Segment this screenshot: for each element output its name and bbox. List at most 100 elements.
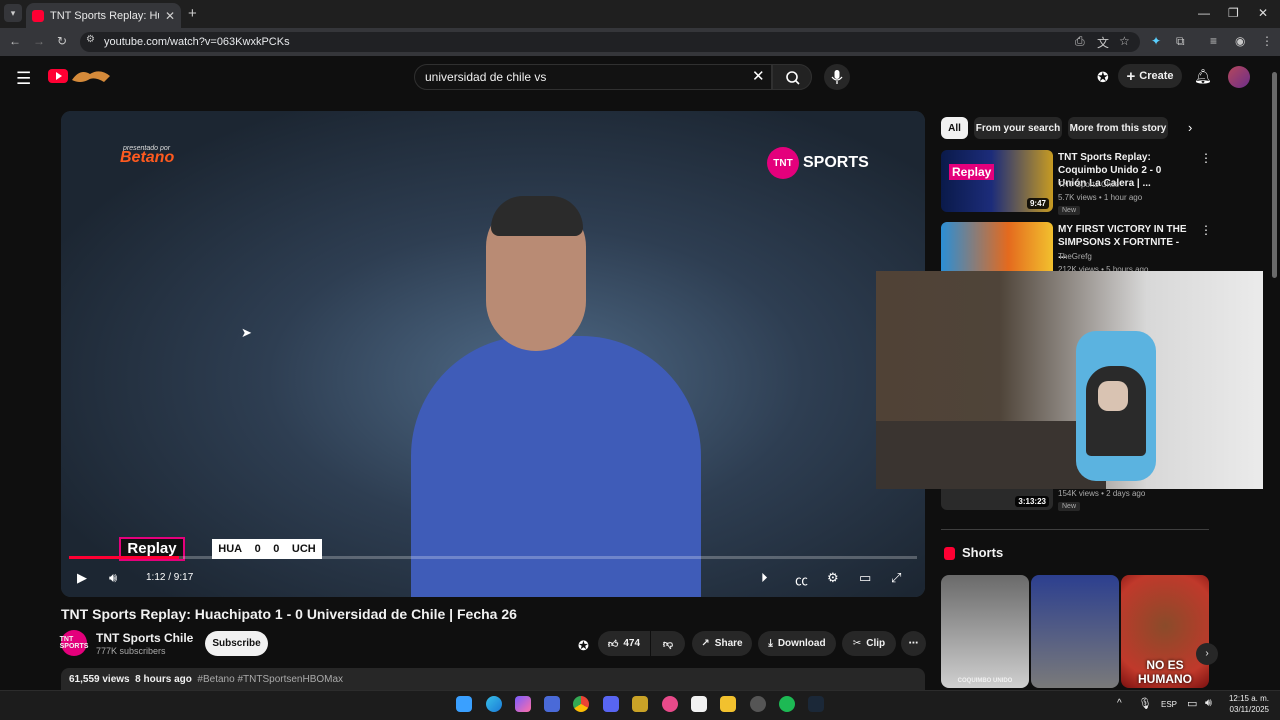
plus-icon: + [1126,67,1136,85]
language-indicator[interactable]: ESP [1161,700,1177,709]
chip-from-your-search[interactable]: From your search [974,117,1062,139]
clip-button[interactable]: ✂ Clip [842,631,896,656]
tab-title: TNT Sports Replay: Huachipato [50,9,159,22]
network-icon[interactable]: ▭ [1187,697,1197,710]
shorts-next-button[interactable]: › [1196,643,1218,665]
subscribe-button[interactable]: Subscribe [205,631,268,656]
hamburger-icon[interactable]: ☰ [16,69,31,89]
edge-icon[interactable] [486,696,502,712]
file-explorer-icon[interactable] [720,696,736,712]
captions-icon[interactable]: ㏄ [795,570,808,589]
rec-thumb-text: Replay [949,164,995,180]
more-actions-button[interactable]: ⋯ [901,631,926,656]
minimize-icon[interactable]: — [1198,6,1210,20]
dislike-button[interactable]: 👎︎ [651,631,685,656]
forward-icon[interactable]: → [33,34,45,48]
time-display: 1:12 / 9:17 [146,572,194,583]
video-frame-figure-hair [491,196,583,236]
short-card[interactable]: NO ES HUMANO [1121,575,1209,688]
install-icon[interactable]: ⎙ [1075,34,1085,49]
play-icon[interactable]: ▶ [77,570,87,586]
miniplayer-icon[interactable]: ▭ [859,570,871,586]
chrome-icon[interactable] [573,696,589,712]
shorts-icon [944,547,955,560]
premium-icon[interactable]: ✪ [578,638,589,654]
app-icon[interactable] [632,696,648,712]
search-button[interactable] [772,64,812,90]
hashtags[interactable]: #Betano #TNTSportsenHBOMax [197,674,343,685]
reload-icon[interactable]: ↻ [57,34,67,48]
chip-more-from-this-story[interactable]: More from this story [1068,117,1168,139]
bell-icon[interactable]: 🔔︎ [1194,68,1212,85]
tab-close-icon[interactable]: ✕ [165,9,175,23]
short-caption: COQUIMBO UNIDO [957,678,1013,684]
home-team: HUA [218,543,243,555]
short-card[interactable]: COQUIMBO UNIDO [941,575,1029,688]
restore-icon[interactable]: ❐ [1228,6,1239,20]
steam-icon[interactable] [808,696,824,712]
tab-list-button[interactable]: ▾ [4,4,22,22]
away-team: UCH [291,543,316,555]
channel-name[interactable]: TNT Sports Chile [96,631,193,645]
youtube-logo-icon[interactable] [48,69,68,83]
description-box[interactable]: 61,559 views 8 hours ago #Betano #TNTSpo… [61,668,925,690]
address-url[interactable]: youtube.com/watch?v=063KwxkPCKs [104,36,290,48]
extension-icon[interactable]: ✦ [1151,34,1161,48]
clock[interactable]: 12:15 a. m. 03/11/2025 [1225,693,1269,715]
home-goals: 0 [254,543,261,555]
voice-search-button[interactable] [824,64,850,90]
chip-all[interactable]: All [941,117,968,139]
rec-channel[interactable]: TheGrefg [1058,252,1092,261]
fullscreen-icon[interactable]: ⤢ [891,570,901,586]
back-icon[interactable]: ← [9,34,21,48]
download-button[interactable]: ⤓ Download [758,631,836,656]
like-button[interactable]: 👍︎ 474 [598,631,650,656]
settings-icon[interactable]: ⚙ [827,570,839,586]
more-vert-icon[interactable]: ⋮ [1200,151,1212,165]
new-tab-button[interactable]: + [188,5,197,22]
create-button[interactable]: + Create [1118,64,1182,88]
profile-icon[interactable]: ◉ [1235,34,1245,48]
autoplay-toggle[interactable]: ⏵ [761,570,768,586]
rec-channel[interactable]: TNT Sports Chile [1058,180,1119,189]
chevron-right-icon[interactable]: › [1188,120,1192,135]
upload-age: 8 hours ago [135,674,192,685]
mic-icon [831,70,843,84]
more-vert-icon[interactable]: ⋮ [1200,223,1212,237]
media-controls-icon[interactable]: ≡ [1210,34,1217,48]
speaker-icon[interactable]: 🔊︎ [1205,697,1212,710]
extensions-puzzle-icon[interactable]: ⧉ [1176,34,1185,49]
bookmark-star-icon[interactable]: ☆ [1119,34,1130,48]
close-window-icon[interactable]: ✕ [1258,6,1268,20]
site-info-icon[interactable]: ⚙ [86,34,95,45]
video-player[interactable]: presentado por Betano TNT SPORTS Replay … [61,111,925,597]
browser-tab[interactable]: TNT Sports Replay: Huachipato ✕ [26,3,181,28]
progress-bar[interactable] [69,556,917,559]
app-icon[interactable] [544,696,560,712]
notepad-icon[interactable] [691,696,707,712]
channel-avatar[interactable]: TNT SPORTS [60,630,88,656]
tnt-sports-logo: TNT SPORTS [767,147,869,179]
share-button[interactable]: ↗ Share [692,631,752,656]
translate-icon[interactable]: 文 [1097,34,1109,51]
chevron-up-icon[interactable]: ^ [1117,698,1122,709]
copilot-icon[interactable] [515,696,531,712]
avatar[interactable] [1228,66,1250,88]
download-icon: ⤓ [768,638,773,649]
app-icon[interactable] [662,696,678,712]
short-card[interactable] [1031,575,1119,688]
youtube-favicon-icon [32,9,44,22]
studio-icon[interactable]: ✪ [1097,69,1109,86]
clear-search-icon[interactable]: ✕ [752,67,765,85]
volume-icon[interactable]: 🔊︎ [109,570,117,586]
youtube-doodle-icon[interactable] [70,66,112,84]
spotify-icon[interactable] [779,696,795,712]
start-icon[interactable] [456,696,472,712]
obs-icon[interactable] [750,696,766,712]
scrollbar[interactable] [1272,72,1277,278]
discord-icon[interactable] [603,696,619,712]
search-query[interactable]: universidad de chile vs [425,70,546,84]
rec-thumbnail[interactable]: Replay 9:47 [941,150,1053,212]
mic-tray-icon[interactable]: 🎙︎ [1138,697,1152,710]
browser-menu-icon[interactable]: ⋮ [1261,34,1273,48]
